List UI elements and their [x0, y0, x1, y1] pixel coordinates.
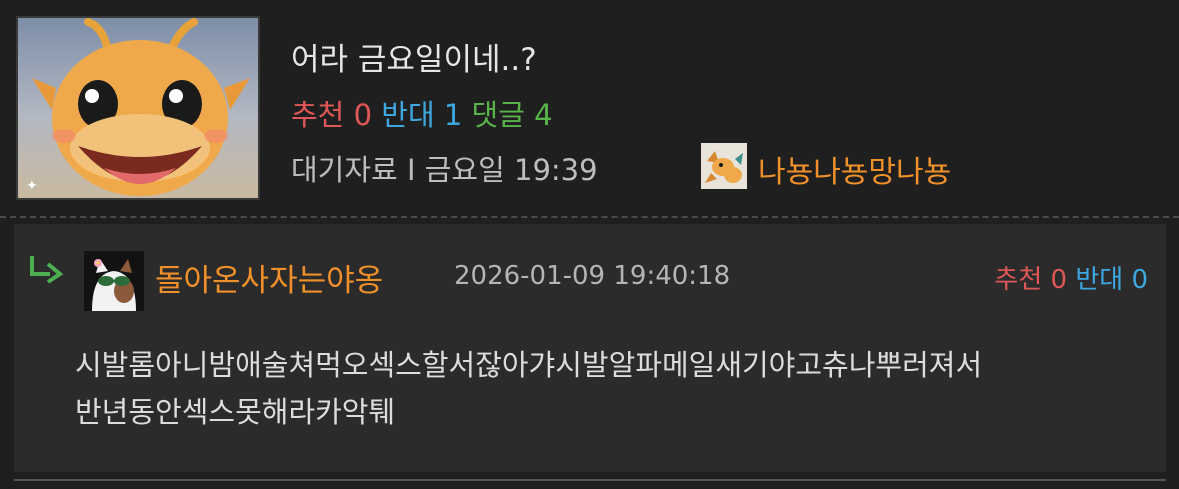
comment-recommend-count: 0 [1050, 265, 1068, 295]
comment-label: 댓글 [471, 98, 525, 132]
author-level-icon [701, 143, 747, 189]
recommend-label: 추천 [291, 98, 345, 132]
dragonite-icon [701, 143, 747, 189]
recommend-count: 0 [353, 98, 373, 132]
post-header: ✦ 어라 금요일이네..? 추천 0 반대 1 댓글 4 대기자료 I 금요일 … [0, 0, 1179, 217]
post-author-name[interactable]: 나뇽나뇽망나뇽 [758, 147, 951, 191]
post-time: 금요일 19:39 [424, 153, 598, 187]
reply-arrow-icon [28, 254, 68, 284]
post-page: ✦ 어라 금요일이네..? 추천 0 반대 1 댓글 4 대기자료 I 금요일 … [0, 0, 1179, 489]
comment-body-line: 반년동안섹스못해라카악퉤 [75, 395, 396, 429]
comment-item: 돌아온사자는야옹 2026-01-09 19:40:18 추천 0 반대 0 시… [14, 224, 1166, 472]
post-meta: 대기자료 I 금요일 19:39 [291, 147, 598, 189]
dragonite-illustration: ✦ [26, 18, 250, 196]
comment-author-name[interactable]: 돌아온사자는야옹 [155, 255, 383, 300]
meta-separator: I [406, 153, 416, 187]
post-title[interactable]: 어라 금요일이네..? [291, 34, 537, 79]
svg-text:✦: ✦ [26, 178, 38, 194]
dragonite-thumbnail[interactable]: ✦ [16, 16, 260, 200]
comment-date: 2026-01-09 19:40:18 [454, 261, 731, 291]
cat-with-sunglasses-avatar[interactable] [84, 251, 144, 311]
comment-bottom-border [14, 479, 1166, 481]
post-stats: 추천 0 반대 1 댓글 4 [291, 92, 553, 134]
comment-recommend-label[interactable]: 추천 [994, 265, 1042, 295]
comment-votes: 추천 0 반대 0 [994, 259, 1148, 296]
comment-body-line: 시발롬아니밤애술쳐먹오섹스할서잖아갸시발알파메일새기야고츄나뿌러져서 [75, 348, 983, 382]
oppose-count: 1 [443, 98, 463, 132]
oppose-label: 반대 [381, 98, 435, 132]
comment-oppose-label[interactable]: 반대 [1075, 265, 1123, 295]
comment-oppose-count: 0 [1131, 265, 1148, 295]
post-category[interactable]: 대기자료 [291, 153, 398, 187]
comment-body: 시발롬아니밤애술쳐먹오섹스할서잖아갸시발알파메일새기야고츄나뿌러져서 반년동안섹… [75, 342, 1155, 436]
comment-count: 4 [534, 98, 553, 132]
section-divider [0, 216, 1179, 218]
